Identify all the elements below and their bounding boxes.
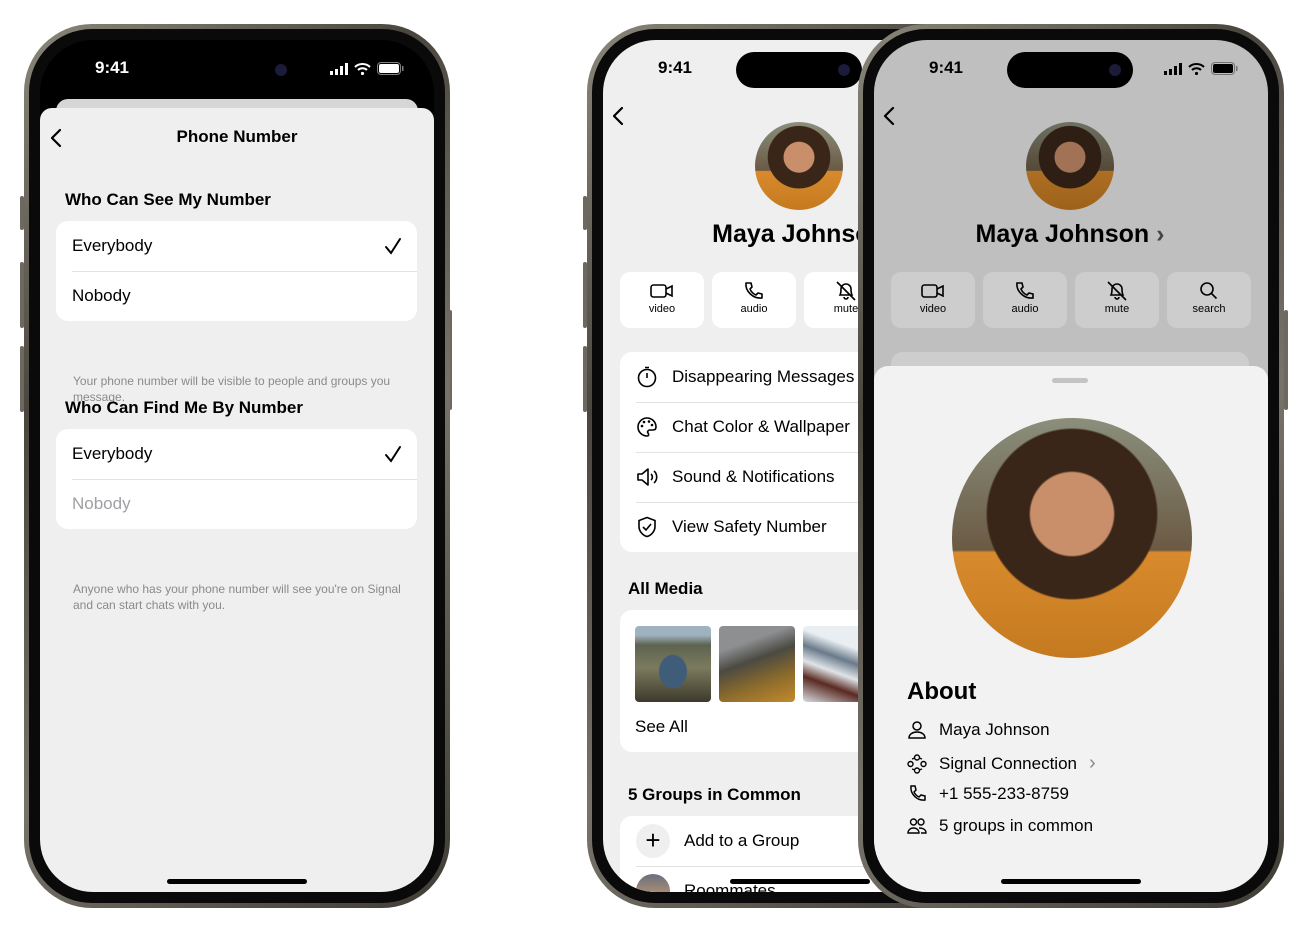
phone-icon <box>745 282 763 299</box>
media-thumbnail[interactable] <box>635 626 711 702</box>
video-icon <box>650 284 673 298</box>
chevron-right-icon: › <box>1088 752 1096 774</box>
about-row-name: Maya Johnson <box>907 720 1050 740</box>
video-icon <box>921 284 944 298</box>
status-icons <box>330 62 404 75</box>
video-button[interactable]: video <box>620 272 704 328</box>
status-time: 9:41 <box>928 58 964 77</box>
timer-icon <box>637 366 657 388</box>
option-nobody: Nobody <box>56 479 417 529</box>
home-indicator <box>167 879 307 884</box>
checkmark-icon <box>385 446 401 463</box>
back-chevron-icon[interactable] <box>611 106 625 126</box>
about-screen: 9:41 Maya Johnson › video audio mute sea… <box>874 40 1268 892</box>
sheet: Phone Number Who Can See My Number Every… <box>40 108 434 892</box>
about-row-signal-connection[interactable]: Signal Connection › <box>907 752 1096 775</box>
about-sheet: About Maya Johnson Signal Connection › +1… <box>874 366 1268 892</box>
search-icon <box>1200 282 1218 300</box>
shield-check-icon <box>638 516 656 538</box>
section-header: Who Can See My Number <box>65 190 271 209</box>
dynamic-island <box>173 52 299 88</box>
section-footer: Anyone who has your phone number will se… <box>73 582 401 612</box>
checkmark-icon <box>385 238 401 255</box>
battery-icon <box>1211 62 1238 75</box>
plus-icon: + <box>636 824 670 858</box>
option-everybody[interactable]: Everybody <box>56 429 417 479</box>
group-icon <box>907 818 927 834</box>
mute-button[interactable]: mute <box>1075 272 1159 328</box>
bell-slash-icon <box>1107 281 1127 301</box>
audio-button[interactable]: audio <box>983 272 1067 328</box>
page-title: Phone Number <box>176 127 298 146</box>
connection-icon <box>907 753 927 774</box>
speaker-icon <box>637 468 658 486</box>
contact-name[interactable]: Maya Johnson › <box>874 220 1266 249</box>
dynamic-island <box>736 52 862 88</box>
sheet-grabber[interactable] <box>1052 378 1088 383</box>
status-time: 9:41 <box>94 58 130 77</box>
section-header: Who Can Find Me By Number <box>65 398 303 417</box>
bell-slash-icon <box>836 281 856 301</box>
large-avatar <box>952 418 1192 658</box>
about-row-groups: 5 groups in common <box>907 816 1093 836</box>
chevron-right-icon: › <box>1156 220 1165 248</box>
groups-header: 5 Groups in Common <box>628 785 801 804</box>
option-nobody[interactable]: Nobody <box>56 271 417 321</box>
option-label: Nobody <box>72 286 131 305</box>
signal-icon <box>1164 62 1182 75</box>
phone-icon <box>1016 282 1034 299</box>
phone-icon <box>910 785 926 801</box>
option-label: Everybody <box>72 444 153 463</box>
about-row-phone: +1 555-233-8759 <box>907 784 1069 804</box>
back-chevron-icon[interactable] <box>882 106 896 126</box>
option-label: Nobody <box>72 494 131 513</box>
audio-button[interactable]: audio <box>712 272 796 328</box>
group-avatar <box>636 874 670 892</box>
media-thumbnail[interactable] <box>719 626 795 702</box>
see-all-link[interactable]: See All <box>635 717 688 737</box>
about-title: About <box>907 678 977 705</box>
phone-number-screen: 9:41 Phone Number Who Can See My Number … <box>40 40 434 892</box>
wifi-icon <box>354 62 371 75</box>
media-header: All Media <box>628 579 703 598</box>
signal-icon <box>330 62 348 75</box>
avatar[interactable] <box>755 122 843 210</box>
battery-icon <box>377 62 404 75</box>
wifi-icon <box>1188 62 1205 75</box>
option-everybody[interactable]: Everybody <box>56 221 417 271</box>
home-indicator <box>1001 879 1141 884</box>
status-icons <box>1164 62 1238 75</box>
dynamic-island <box>1007 52 1133 88</box>
search-button[interactable]: search <box>1167 272 1251 328</box>
status-time: 9:41 <box>657 58 693 77</box>
person-icon <box>908 721 926 739</box>
phone-frame-1: 9:41 Phone Number Who Can See My Number … <box>24 24 450 908</box>
avatar[interactable] <box>1026 122 1114 210</box>
palette-icon <box>637 417 657 437</box>
phone-frame-3: 9:41 Maya Johnson › video audio mute sea… <box>858 24 1284 908</box>
home-indicator <box>730 879 870 884</box>
option-label: Everybody <box>72 236 153 255</box>
video-button[interactable]: video <box>891 272 975 328</box>
